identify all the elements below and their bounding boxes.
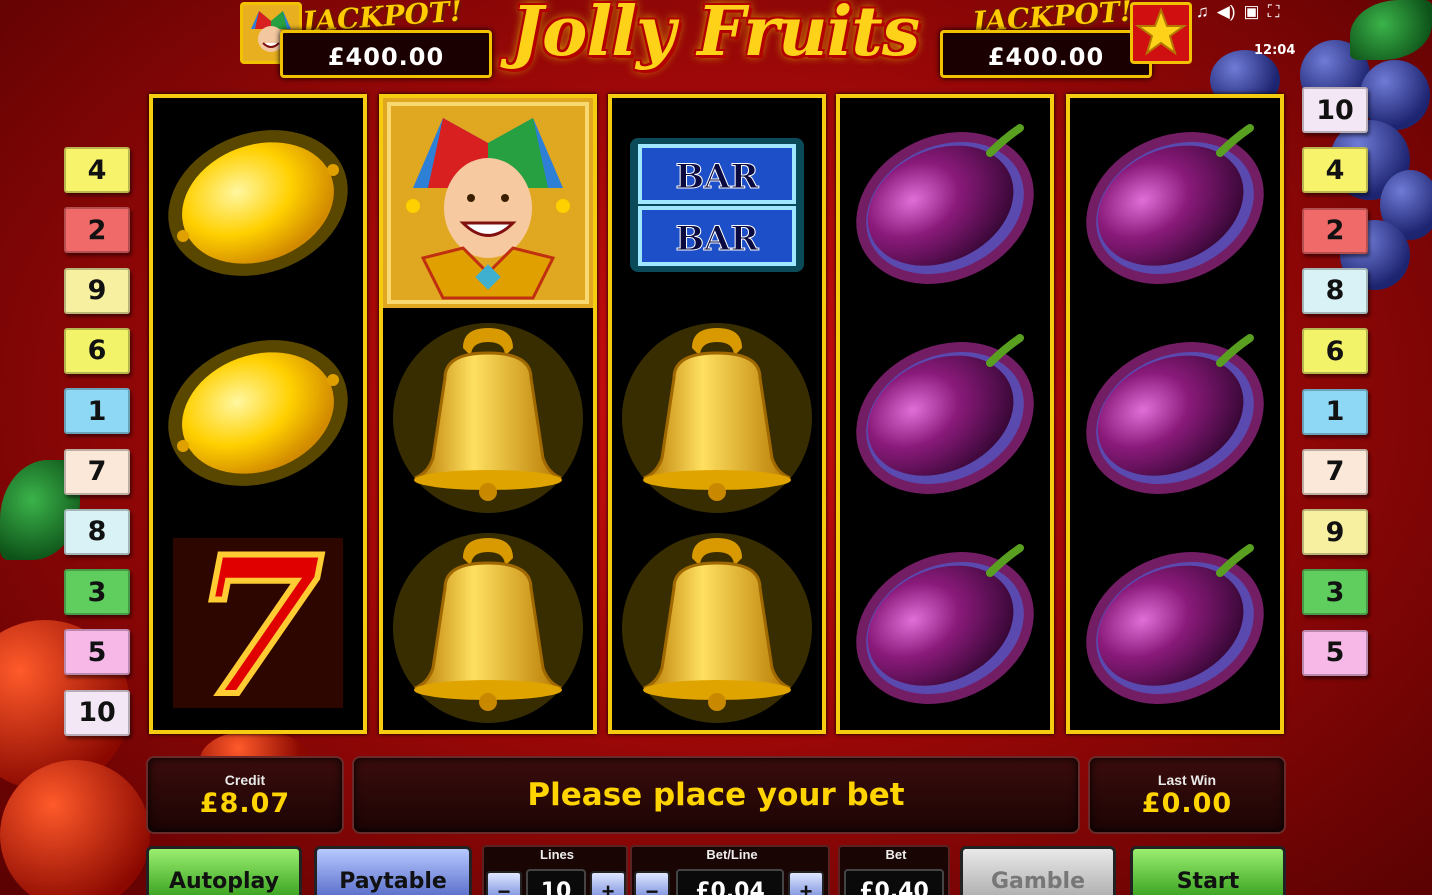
bell-icon (393, 533, 583, 723)
jackpot-amount-right: £400.00 (987, 43, 1105, 71)
left-line-marker-5[interactable]: 5 (64, 629, 130, 676)
plum-symbol (1070, 98, 1280, 308)
plum-symbol (1070, 308, 1280, 518)
lines-value: 10 (526, 869, 586, 895)
bell-symbol (383, 518, 593, 728)
plum-icon (1086, 124, 1264, 284)
right-line-marker-4[interactable]: 4 (1302, 147, 1368, 194)
right-line-marker-5[interactable]: 5 (1302, 629, 1368, 676)
plum-symbol (840, 518, 1050, 728)
bet-value: £0.40 (844, 869, 944, 895)
paytable-button[interactable]: Paytable (314, 846, 472, 895)
credit-panel: Credit £8.07 (146, 756, 344, 834)
autoplay-button[interactable]: Autoplay (146, 846, 302, 895)
last-win-value: £0.00 (1141, 787, 1233, 819)
reel-5 (1066, 94, 1284, 734)
bar-icon: BAR BAR (630, 138, 804, 272)
left-line-marker-9[interactable]: 9 (64, 267, 130, 314)
bet-control: Bet £0.40 (838, 845, 950, 895)
jackpot-box-right: £400.00 (940, 30, 1152, 78)
lemon-symbol (153, 98, 363, 308)
bet-line-value: £0.04 (676, 869, 784, 895)
lemon-icon (168, 340, 348, 486)
plum-icon (1086, 334, 1264, 494)
svg-text:7: 7 (192, 518, 324, 728)
svg-text:BAR: BAR (675, 219, 759, 259)
settings-icon[interactable]: ▣ (1244, 2, 1260, 22)
last-win-panel: Last Win £0.00 (1088, 756, 1286, 834)
lines-decrease-button[interactable]: − (486, 871, 522, 895)
clock: 12:04 (1254, 43, 1296, 58)
joker-symbol (383, 98, 593, 308)
fullscreen-icon[interactable]: ⛶ (1268, 2, 1280, 22)
status-message: Please place your bet (527, 777, 905, 813)
right-line-marker-8[interactable]: 8 (1302, 267, 1368, 314)
jackpot-amount-left: £400.00 (327, 43, 445, 71)
right-line-marker-9[interactable]: 9 (1302, 509, 1368, 556)
reel-1: 7 (149, 94, 367, 734)
seven-icon: 7 (173, 518, 343, 728)
bell-symbol (612, 518, 822, 728)
bell-icon (393, 323, 583, 513)
left-line-marker-8[interactable]: 8 (64, 508, 130, 555)
left-line-marker-2[interactable]: 2 (64, 207, 130, 254)
plum-icon (1086, 544, 1264, 704)
right-line-marker-3[interactable]: 3 (1302, 569, 1368, 616)
left-line-marker-4[interactable]: 4 (64, 147, 130, 193)
joker-icon (383, 98, 593, 308)
start-button[interactable]: Start (1130, 846, 1286, 895)
bet-per-line-control: Bet/Line − £0.04 + (630, 845, 830, 895)
jackpot-box-left: £400.00 (280, 30, 492, 78)
bell-symbol (383, 308, 593, 518)
right-line-marker-7[interactable]: 7 (1302, 448, 1368, 495)
last-win-label: Last Win (1157, 771, 1217, 788)
music-icon[interactable]: ♫ (1196, 2, 1209, 22)
bar-symbol: BAR BAR (612, 98, 822, 308)
volume-icon[interactable]: ◀) (1217, 2, 1236, 22)
seven-symbol: 7 (153, 518, 363, 728)
left-line-marker-10[interactable]: 10 (64, 689, 130, 736)
svg-text:BAR: BAR (675, 157, 759, 197)
reel-3: BAR BAR (608, 94, 826, 734)
plum-icon (856, 544, 1034, 704)
plum-symbol (840, 308, 1050, 518)
reel-2 (379, 94, 597, 734)
right-line-marker-6[interactable]: 6 (1302, 328, 1368, 375)
plum-symbol (840, 98, 1050, 308)
bell-icon (622, 323, 812, 513)
bet-line-label: Bet/Line (706, 847, 758, 862)
bell-icon (622, 533, 812, 723)
left-line-marker-1[interactable]: 1 (64, 388, 130, 435)
left-line-marker-6[interactable]: 6 (64, 327, 130, 374)
game-logo: Jolly Fruits (510, 0, 920, 72)
right-line-marker-1[interactable]: 1 (1302, 388, 1368, 435)
lemon-symbol (153, 308, 363, 518)
lines-label: Lines (540, 847, 574, 862)
bet-line-increase-button[interactable]: + (788, 871, 824, 895)
left-line-marker-3[interactable]: 3 (64, 569, 130, 616)
plum-icon (856, 124, 1034, 284)
lines-control: Lines − 10 + (482, 845, 628, 895)
system-icons: ♫ ◀) ▣ ⛶ (1196, 2, 1279, 22)
gamble-button[interactable]: Gamble (960, 846, 1116, 895)
message-panel: Please place your bet (352, 756, 1080, 834)
plum-icon (856, 334, 1034, 494)
lemon-icon (168, 130, 348, 276)
bet-line-decrease-button[interactable]: − (634, 871, 670, 895)
left-line-marker-7[interactable]: 7 (64, 448, 130, 495)
credit-label: Credit (224, 771, 266, 788)
reel-4 (836, 94, 1054, 734)
right-line-marker-2[interactable]: 2 (1302, 207, 1368, 254)
bet-label: Bet (885, 847, 907, 862)
right-line-marker-10[interactable]: 10 (1302, 87, 1368, 133)
plum-symbol (1070, 518, 1280, 728)
lines-increase-button[interactable]: + (590, 871, 626, 895)
credit-value: £8.07 (199, 787, 291, 819)
star-jackpot-icon (1130, 2, 1192, 64)
bell-symbol (612, 308, 822, 518)
